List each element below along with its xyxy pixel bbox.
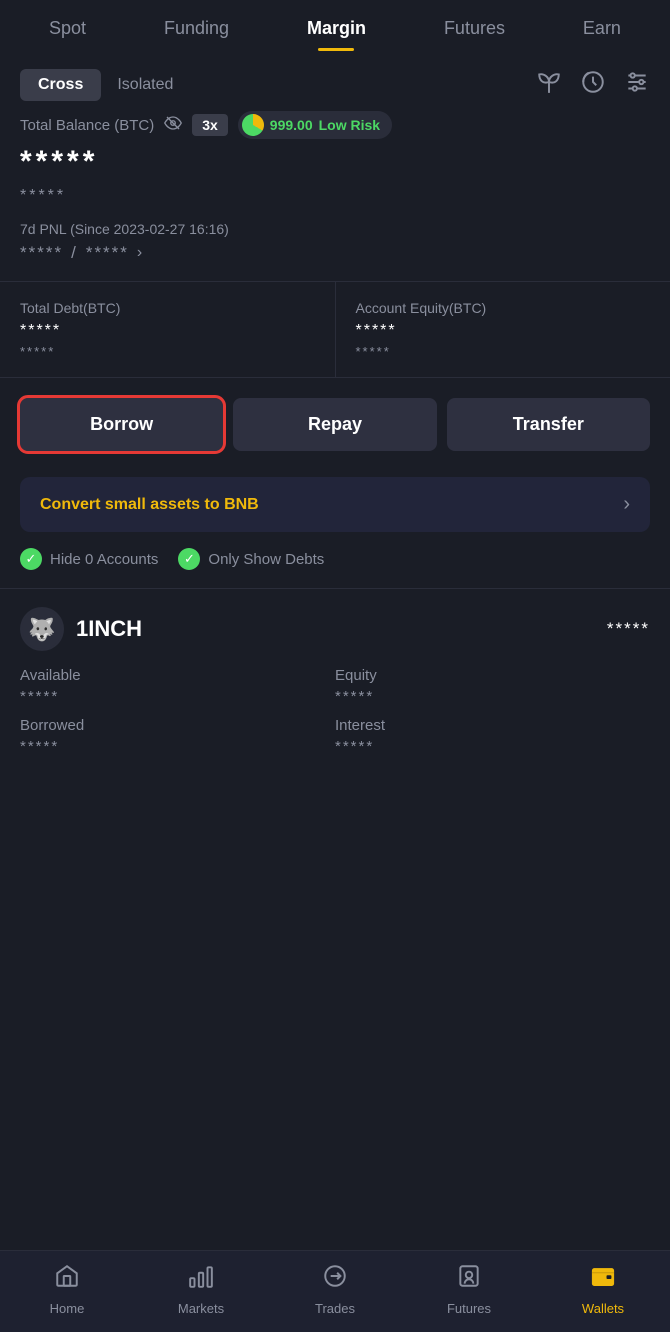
nav-markets-label: Markets <box>178 1301 224 1316</box>
pnl-right: ***** <box>86 243 129 263</box>
balance-secondary-value: ***** <box>20 187 650 205</box>
coin-details: Available ***** Equity ***** Borrowed **… <box>20 667 650 755</box>
equity-detail: Equity ***** <box>335 667 650 705</box>
leverage-badge: 3x <box>192 114 228 136</box>
trades-icon <box>322 1263 348 1296</box>
hide-accounts-check-icon: ✓ <box>20 548 42 570</box>
convert-arrow-icon: › <box>623 493 630 516</box>
convert-text: Convert small assets to BNB <box>40 496 259 514</box>
risk-badge: 999.00 Low Risk <box>238 111 392 139</box>
borrowed-detail: Borrowed ***** <box>20 717 335 755</box>
cross-button[interactable]: Cross <box>20 69 101 101</box>
hide-accounts-label: Hide 0 Accounts <box>50 551 158 568</box>
nav-futures-label: Futures <box>447 1301 491 1316</box>
coin-info: 🐺 1INCH <box>20 607 142 651</box>
coin-balance: ***** <box>607 619 650 639</box>
interest-value: ***** <box>335 738 650 755</box>
available-value: ***** <box>20 688 335 705</box>
isolated-button[interactable]: Isolated <box>117 76 173 94</box>
hide-accounts-filter[interactable]: ✓ Hide 0 Accounts <box>20 548 158 570</box>
tab-funding[interactable]: Funding <box>164 18 229 51</box>
pnl-separator: / <box>71 243 78 263</box>
debt-label: Total Debt(BTC) <box>20 300 315 316</box>
transfer-button[interactable]: Transfer <box>447 398 650 451</box>
top-navigation: Spot Funding Margin Futures Earn <box>0 0 670 51</box>
filter-row: ✓ Hide 0 Accounts ✓ Only Show Debts <box>0 548 670 588</box>
show-debts-filter[interactable]: ✓ Only Show Debts <box>178 548 324 570</box>
debt-column: Total Debt(BTC) ***** ***** <box>0 282 335 377</box>
pnl-chevron-icon[interactable]: › <box>137 244 144 262</box>
borrow-button[interactable]: Borrow <box>20 398 223 451</box>
available-label: Available <box>20 667 335 684</box>
equity-value: ***** <box>356 322 651 340</box>
equity-column: Account Equity(BTC) ***** ***** <box>335 282 670 377</box>
coin-avatar: 🐺 <box>20 607 64 651</box>
svg-text:🐺: 🐺 <box>28 617 55 642</box>
repay-button[interactable]: Repay <box>233 398 436 451</box>
coin-header: 🐺 1INCH ***** <box>20 607 650 651</box>
risk-value: 999.00 <box>270 117 313 133</box>
nav-home-label: Home <box>50 1301 85 1316</box>
debt-value: ***** <box>20 322 315 340</box>
show-debts-label: Only Show Debts <box>208 551 324 568</box>
equity-label: Account Equity(BTC) <box>356 300 651 316</box>
borrowed-value: ***** <box>20 738 335 755</box>
wallets-icon <box>590 1263 616 1296</box>
equity-detail-value: ***** <box>335 688 650 705</box>
risk-icon <box>242 114 264 136</box>
account-type-row: Cross Isolated <box>0 51 670 111</box>
action-buttons: Borrow Repay Transfer <box>0 398 670 471</box>
nav-wallets[interactable]: Wallets <box>563 1263 643 1316</box>
interest-detail: Interest ***** <box>335 717 650 755</box>
equity-detail-label: Equity <box>335 667 650 684</box>
nav-trades[interactable]: Trades <box>295 1263 375 1316</box>
tab-spot[interactable]: Spot <box>49 18 86 51</box>
tab-earn[interactable]: Earn <box>583 18 621 51</box>
pnl-left: ***** <box>20 243 63 263</box>
eye-icon[interactable] <box>164 114 182 137</box>
coin-name: 1INCH <box>76 616 142 642</box>
borrowed-label: Borrowed <box>20 717 335 734</box>
nav-trades-label: Trades <box>315 1301 355 1316</box>
tab-margin[interactable]: Margin <box>307 18 366 51</box>
nav-home[interactable]: Home <box>27 1263 107 1316</box>
nav-wallets-label: Wallets <box>582 1301 624 1316</box>
home-icon <box>54 1263 80 1296</box>
show-debts-check-icon: ✓ <box>178 548 200 570</box>
balance-label-row: Total Balance (BTC) 3x 999.00 Low Risk <box>20 111 650 139</box>
settings-icon[interactable] <box>624 69 650 101</box>
history-icon[interactable] <box>580 69 606 101</box>
markets-icon <box>188 1263 214 1296</box>
pnl-label: 7d PNL (Since 2023-02-27 16:16) <box>20 221 650 237</box>
balance-label: Total Balance (BTC) <box>20 117 154 134</box>
pnl-value-row: ***** / ***** › <box>20 243 650 263</box>
available-detail: Available ***** <box>20 667 335 705</box>
coin-section: 🐺 1INCH ***** Available ***** Equity ***… <box>0 588 670 755</box>
balance-section: Total Balance (BTC) 3x 999.00 Low Risk *… <box>0 111 670 263</box>
interest-label: Interest <box>335 717 650 734</box>
debt-value2: ***** <box>20 344 315 359</box>
balance-main-value: ***** <box>20 145 650 179</box>
account-icons <box>536 69 650 101</box>
nav-futures[interactable]: Futures <box>429 1263 509 1316</box>
debt-equity-section: Total Debt(BTC) ***** ***** Account Equi… <box>0 281 670 378</box>
plant-icon[interactable] <box>536 69 562 101</box>
tab-futures[interactable]: Futures <box>444 18 505 51</box>
equity-value2: ***** <box>356 344 651 359</box>
futures-icon <box>456 1263 482 1296</box>
risk-label: Low Risk <box>319 117 380 133</box>
bottom-navigation: Home Markets Trades Future <box>0 1250 670 1332</box>
convert-banner[interactable]: Convert small assets to BNB › <box>20 477 650 532</box>
nav-markets[interactable]: Markets <box>161 1263 241 1316</box>
